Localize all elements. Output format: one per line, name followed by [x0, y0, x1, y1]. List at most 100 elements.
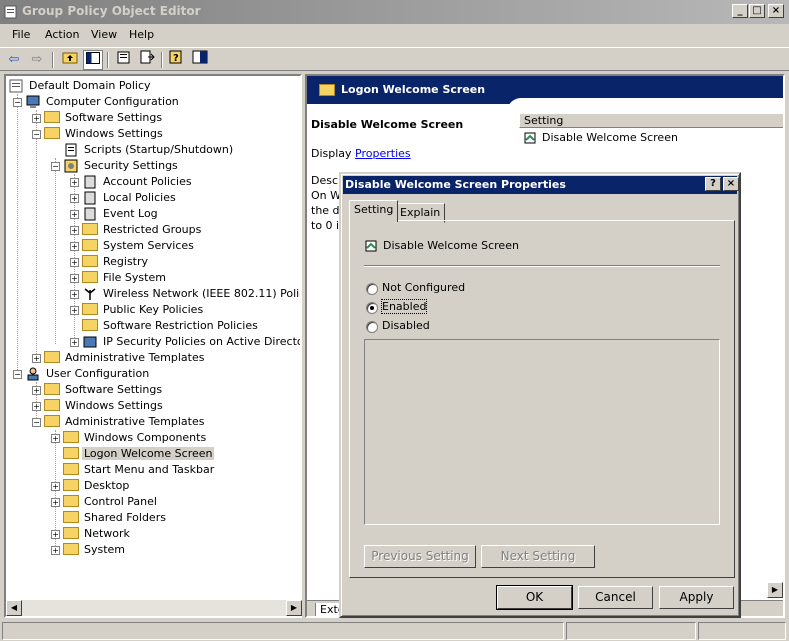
tree-item-logon-welcome-screen[interactable]: Logon Welcome Screen — [63, 446, 215, 462]
collapse-toggle[interactable]: − — [32, 130, 41, 139]
expand-toggle[interactable]: + — [32, 402, 41, 411]
collapse-toggle[interactable]: − — [32, 418, 41, 427]
tree-item-windows-settings[interactable]: Windows Settings — [44, 126, 165, 142]
label-disabled[interactable]: Disabled — [382, 319, 430, 332]
user-icon — [27, 367, 39, 381]
help-button[interactable]: ? — [705, 177, 721, 191]
expand-toggle[interactable]: + — [70, 338, 79, 347]
expand-toggle[interactable]: + — [70, 290, 79, 299]
tree-item-file-system[interactable]: File System — [82, 270, 168, 286]
tree-item-windows-components[interactable]: Windows Components — [63, 430, 208, 446]
folder-icon — [63, 431, 79, 443]
status-bar — [0, 620, 789, 641]
menu-view[interactable]: View — [91, 28, 117, 41]
tree-item-event-log[interactable]: Event Log — [82, 206, 160, 222]
tree-item-computer-configuration[interactable]: Computer Configuration — [25, 94, 181, 110]
apply-button[interactable]: Apply — [659, 586, 734, 609]
radio-enabled[interactable] — [366, 302, 378, 314]
policy-computer-icon — [84, 191, 96, 205]
tree-item-shared-folders[interactable]: Shared Folders — [63, 510, 168, 526]
maximize-button[interactable]: □ — [749, 4, 765, 18]
list-item-disable-welcome-screen[interactable]: Disable Welcome Screen — [523, 131, 678, 145]
scroll-right-icon[interactable]: ▶ — [286, 600, 302, 616]
expand-toggle[interactable]: + — [70, 306, 79, 315]
tree-item-wireless-network[interactable]: Wireless Network (IEEE 802.11) Policies — [82, 286, 300, 302]
minimize-button[interactable]: _ — [732, 4, 748, 18]
expand-toggle[interactable]: + — [70, 194, 79, 203]
tree-item-start-menu-taskbar[interactable]: Start Menu and Taskbar — [63, 462, 216, 478]
tree-item-local-policies[interactable]: Local Policies — [82, 190, 178, 206]
tree-item-control-panel[interactable]: Control Panel — [63, 494, 159, 510]
expand-toggle[interactable]: + — [32, 354, 41, 363]
help-icon[interactable]: ? — [167, 50, 187, 70]
tree-item-admin-templates-computer[interactable]: Administrative Templates — [44, 350, 207, 366]
collapse-toggle[interactable]: − — [13, 370, 22, 379]
expand-toggle[interactable]: + — [51, 498, 60, 507]
status-panel — [566, 622, 696, 640]
label-enabled[interactable]: Enabled — [380, 299, 428, 314]
collapse-toggle[interactable]: − — [13, 98, 22, 107]
folder-icon — [63, 543, 79, 555]
show-hide-tree-icon[interactable] — [83, 50, 103, 70]
radio-disabled[interactable] — [366, 321, 378, 333]
properties-icon[interactable] — [114, 50, 134, 70]
label-not-configured[interactable]: Not Configured — [382, 281, 465, 294]
tree-item-account-policies[interactable]: Account Policies — [82, 174, 194, 190]
expand-toggle[interactable]: + — [70, 178, 79, 187]
tree-item-scripts[interactable]: Scripts (Startup/Shutdown) — [63, 142, 235, 158]
policy-setting-icon — [365, 240, 377, 252]
tree-item-user-software-settings[interactable]: Software Settings — [44, 382, 164, 398]
dialog-close-button[interactable]: × — [723, 177, 739, 191]
expand-toggle[interactable]: + — [70, 226, 79, 235]
tree-item-registry[interactable]: Registry — [82, 254, 150, 270]
radio-not-configured[interactable] — [366, 283, 378, 295]
scroll-left-icon[interactable]: ◀ — [6, 600, 22, 616]
tree-item-desktop[interactable]: Desktop — [63, 478, 131, 494]
tree-item-software-restriction-policies[interactable]: Software Restriction Policies — [82, 318, 260, 334]
next-setting-button[interactable]: Next Setting — [481, 545, 595, 568]
expand-toggle[interactable]: + — [51, 546, 60, 555]
tab-setting[interactable]: Setting — [349, 200, 399, 222]
expand-toggle[interactable]: + — [51, 434, 60, 443]
tree-item-user-admin-templates[interactable]: Administrative Templates — [44, 414, 207, 430]
expand-toggle[interactable]: + — [70, 274, 79, 283]
expand-toggle[interactable]: + — [51, 482, 60, 491]
menu-help[interactable]: Help — [129, 28, 154, 41]
tree-item-ip-security-policies[interactable]: IP Security Policies on Active Directory… — [82, 334, 300, 350]
up-folder-icon[interactable] — [60, 50, 80, 70]
scroll-right-icon[interactable]: ▶ — [767, 582, 783, 598]
collapse-toggle[interactable]: − — [51, 162, 60, 171]
console-tree[interactable]: Default Domain Policy − Computer Configu… — [4, 74, 302, 618]
expand-toggle[interactable]: + — [32, 114, 41, 123]
close-button[interactable]: × — [768, 4, 784, 18]
forward-icon[interactable]: ⇨ — [27, 50, 47, 70]
show-hide-action-pane-icon[interactable] — [190, 50, 210, 70]
expand-toggle[interactable]: + — [70, 242, 79, 251]
export-list-icon[interactable] — [137, 50, 157, 70]
ok-button[interactable]: OK — [496, 585, 573, 610]
expand-toggle[interactable]: + — [70, 258, 79, 267]
tree-horizontal-scrollbar[interactable]: ◀ ▶ — [6, 600, 302, 616]
tree-item-user-windows-settings[interactable]: Windows Settings — [44, 398, 165, 414]
properties-link[interactable]: Properties — [355, 147, 411, 160]
back-icon[interactable]: ⇦ — [4, 50, 24, 70]
tree-item-user-configuration[interactable]: User Configuration — [25, 366, 151, 382]
tree-item-public-key-policies[interactable]: Public Key Policies — [82, 302, 205, 318]
previous-setting-button[interactable]: Previous Setting — [364, 545, 476, 568]
expand-toggle[interactable]: + — [70, 210, 79, 219]
expand-toggle[interactable]: + — [51, 530, 60, 539]
expand-toggle[interactable]: + — [32, 386, 41, 395]
tree-item-system-services[interactable]: System Services — [82, 238, 196, 254]
options-area — [364, 339, 720, 525]
menu-file[interactable]: File — [12, 28, 30, 41]
tree-item-restricted-groups[interactable]: Restricted Groups — [82, 222, 203, 238]
locked-folder-icon — [82, 271, 98, 283]
tree-item-network[interactable]: Network — [63, 526, 132, 542]
tree-item-system[interactable]: System — [63, 542, 127, 558]
tree-item-software-settings[interactable]: Software Settings — [44, 110, 164, 126]
cancel-button[interactable]: Cancel — [578, 586, 653, 609]
tree-item-root[interactable]: Default Domain Policy — [8, 78, 153, 94]
menu-action[interactable]: Action — [45, 28, 79, 41]
tree-item-security-settings[interactable]: Security Settings — [63, 158, 180, 174]
column-header-setting[interactable]: Setting — [519, 113, 783, 128]
